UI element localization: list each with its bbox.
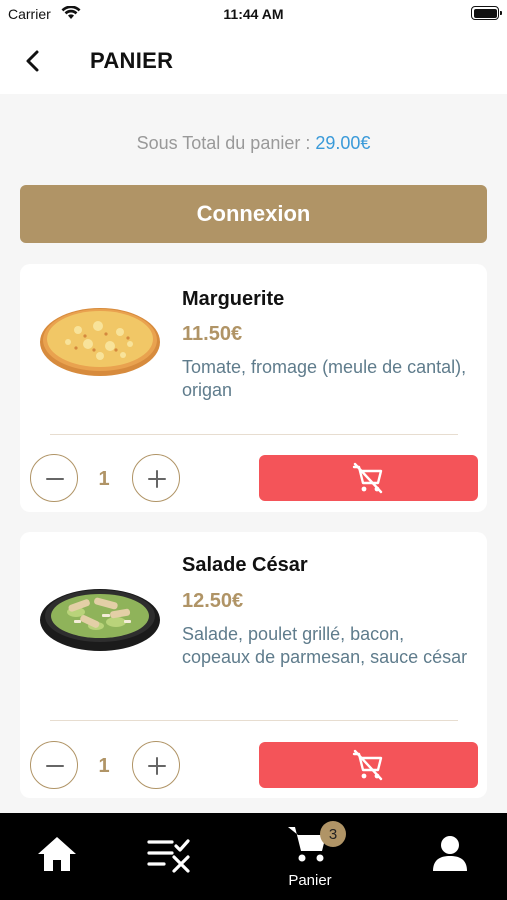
status-time: 11:44 AM: [223, 6, 284, 22]
remove-from-cart-button[interactable]: [259, 455, 478, 501]
cart-item-card: Marguerite 11.50€ Tomate, fromage (meule…: [20, 264, 487, 512]
user-icon: [433, 836, 467, 871]
increase-quantity-button[interactable]: [132, 741, 180, 789]
quantity-value: 1: [98, 755, 110, 777]
divider: [50, 720, 458, 721]
battery-icon: [471, 6, 502, 20]
cart-item-card: Salade César 12.50€ Salade, poulet grill…: [20, 532, 487, 798]
subtotal-amount: 29.00€: [315, 133, 371, 153]
page-title: PANIER: [90, 48, 174, 73]
item-name: Salade César: [182, 554, 308, 576]
tab-cart-label: Panier: [288, 872, 332, 889]
tab-bar: 3 Panier: [0, 813, 507, 900]
decrease-quantity-button[interactable]: [30, 454, 78, 502]
back-button[interactable]: [18, 46, 48, 76]
tab-orders[interactable]: [130, 813, 210, 900]
chevron-left-icon: [26, 50, 39, 72]
tab-cart[interactable]: 3 Panier: [270, 813, 350, 900]
remove-cart-icon: [352, 462, 383, 494]
minus-icon: [46, 478, 64, 480]
item-name: Marguerite: [182, 288, 285, 310]
nav-header: PANIER: [0, 30, 507, 94]
cart-subtotal: Sous Total du panier : 29.00€: [0, 133, 507, 154]
connexion-button[interactable]: Connexion: [20, 185, 487, 243]
plus-icon: [148, 470, 166, 488]
decrease-quantity-button[interactable]: [30, 741, 78, 789]
item-description: Tomate, fromage (meule de cantal), origa…: [182, 357, 467, 400]
pizza-image: [40, 308, 160, 376]
home-icon: [38, 837, 76, 871]
item-price: 11.50€: [182, 323, 243, 345]
quantity-value: 1: [98, 468, 110, 490]
checklist-icon: [147, 839, 190, 873]
remove-from-cart-button[interactable]: [259, 742, 478, 788]
tab-profile[interactable]: [412, 813, 492, 900]
status-bar: Carrier 11:44 AM: [0, 0, 507, 30]
tab-home[interactable]: [20, 813, 100, 900]
minus-icon: [46, 765, 64, 767]
salad-image: [40, 589, 160, 651]
remove-cart-icon: [352, 749, 383, 781]
subtotal-label: Sous Total du panier :: [136, 133, 311, 153]
item-description: Salade, poulet grillé, bacon, copeaux de…: [182, 624, 468, 667]
plus-icon: [148, 757, 166, 775]
item-price: 12.50€: [182, 590, 244, 612]
increase-quantity-button[interactable]: [132, 454, 180, 502]
divider: [50, 434, 458, 435]
cart-count-badge: 3: [320, 821, 346, 847]
